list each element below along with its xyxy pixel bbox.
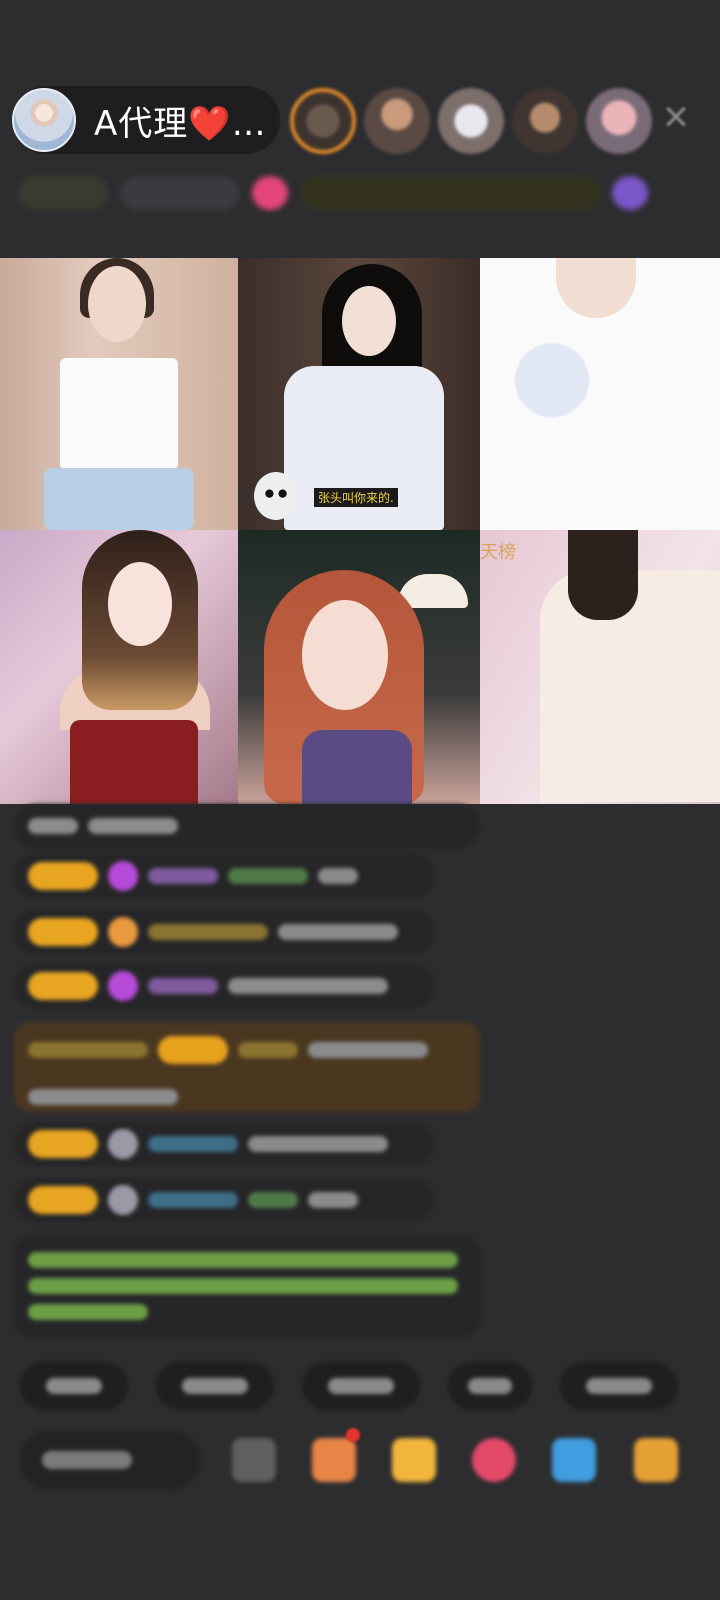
- notice-text: [28, 1252, 458, 1268]
- chat-text: [308, 1192, 358, 1208]
- chat-message-highlight[interactable]: [14, 1022, 480, 1112]
- gem-icon: [108, 861, 138, 891]
- chat-username: [148, 1192, 238, 1208]
- chat-text: [308, 1042, 428, 1058]
- live-room-screen: A代理❤️… ✕ 张头叫你来的. 天榜: [0, 0, 720, 1600]
- video-tile-5[interactable]: [238, 530, 480, 804]
- person-top: [70, 720, 198, 804]
- chat-username: [148, 1136, 238, 1152]
- gem-icon: [108, 971, 138, 1001]
- quick-reply-button[interactable]: [20, 1362, 128, 1410]
- person-face: [88, 266, 146, 342]
- chat-text: [248, 1192, 298, 1208]
- bottom-toolbar: [20, 1428, 720, 1490]
- host-avatar[interactable]: [12, 88, 76, 152]
- room-badge-icon[interactable]: [612, 176, 648, 210]
- chat-text: [248, 1136, 388, 1152]
- viewer-avatar[interactable]: [290, 88, 356, 154]
- person-face: [342, 286, 396, 356]
- level-badge: [28, 862, 98, 890]
- chat-username: [238, 1042, 298, 1058]
- host-name-text: A代理: [94, 103, 189, 144]
- close-icon[interactable]: ✕: [658, 100, 694, 136]
- chat-username: [148, 924, 268, 940]
- level-badge: [28, 1130, 98, 1158]
- video-tile-2[interactable]: 张头叫你来的.: [238, 258, 480, 530]
- chat-badge: [28, 1042, 148, 1058]
- gem-icon: [108, 1185, 138, 1215]
- room-badge[interactable]: [18, 176, 108, 210]
- host-name-ellipsis: …: [231, 103, 267, 144]
- level-badge: [28, 918, 98, 946]
- rank-badge: 天榜: [480, 542, 516, 563]
- quick-reply-row: [20, 1362, 678, 1410]
- person-dress: [302, 730, 412, 804]
- level-badge: [28, 1186, 98, 1214]
- person-pants: [44, 468, 194, 530]
- multi-guest-video-grid: 张头叫你来的. 天榜: [0, 258, 720, 804]
- host-name: A代理❤️…: [94, 96, 267, 145]
- top-viewers-list: [290, 88, 652, 154]
- gem-icon: [108, 1129, 138, 1159]
- viewer-avatar[interactable]: [364, 88, 430, 154]
- level-badge: [28, 972, 98, 1000]
- game-icon[interactable]: [552, 1438, 596, 1482]
- room-badge[interactable]: [120, 176, 240, 210]
- chat-text: [318, 868, 358, 884]
- gem-icon: [108, 917, 138, 947]
- notice-text: [28, 1278, 458, 1294]
- quick-reply-button[interactable]: [560, 1362, 678, 1410]
- person-hair: [568, 530, 638, 620]
- quick-reply-button[interactable]: [302, 1362, 420, 1410]
- gift-box-icon[interactable]: [312, 1438, 356, 1482]
- notification-dot: [346, 1428, 360, 1442]
- more-icon[interactable]: [634, 1438, 678, 1482]
- room-announcement[interactable]: [300, 176, 600, 210]
- person-face: [108, 562, 172, 646]
- person-face: [302, 600, 388, 710]
- chat-message[interactable]: [14, 804, 480, 848]
- gift-icon[interactable]: [392, 1438, 436, 1482]
- video-tile-1[interactable]: [0, 258, 238, 530]
- system-notice: [14, 1236, 480, 1336]
- viewer-avatar[interactable]: [438, 88, 504, 154]
- chat-text: [228, 978, 388, 994]
- chat-message[interactable]: [14, 964, 434, 1008]
- viewer-avatar[interactable]: [586, 88, 652, 154]
- room-badges-row: [18, 172, 688, 214]
- emoji-icon[interactable]: [232, 1438, 276, 1482]
- quick-reply-button[interactable]: [156, 1362, 274, 1410]
- room-badge-icon[interactable]: [252, 176, 288, 210]
- chat-message[interactable]: [14, 1122, 434, 1166]
- video-tile-4[interactable]: [0, 530, 238, 804]
- panda-icon: [254, 472, 298, 520]
- chat-username: [148, 868, 218, 884]
- chat-username: [148, 978, 218, 994]
- chat-text: [28, 818, 78, 834]
- chat-text: [88, 818, 178, 834]
- chat-message[interactable]: [14, 1178, 434, 1222]
- viewer-avatar[interactable]: [512, 88, 578, 154]
- heart-gift-icon[interactable]: [472, 1438, 516, 1482]
- host-info-pill[interactable]: A代理❤️…: [12, 86, 280, 154]
- chat-text: [28, 1089, 178, 1105]
- video-tile-3[interactable]: [480, 258, 720, 530]
- notice-text: [28, 1304, 148, 1320]
- chat-text: [228, 868, 308, 884]
- person-top: [60, 358, 178, 470]
- video-tile-6[interactable]: 天榜: [480, 530, 720, 804]
- level-badge: [158, 1036, 228, 1064]
- chat-message[interactable]: [14, 910, 434, 954]
- heart-icon: ❤️: [188, 103, 232, 144]
- chat-message[interactable]: [14, 854, 434, 898]
- chat-text: [278, 924, 398, 940]
- chat-input[interactable]: [20, 1430, 200, 1490]
- quick-reply-button[interactable]: [448, 1362, 532, 1410]
- video-caption: 张头叫你来的.: [314, 488, 398, 507]
